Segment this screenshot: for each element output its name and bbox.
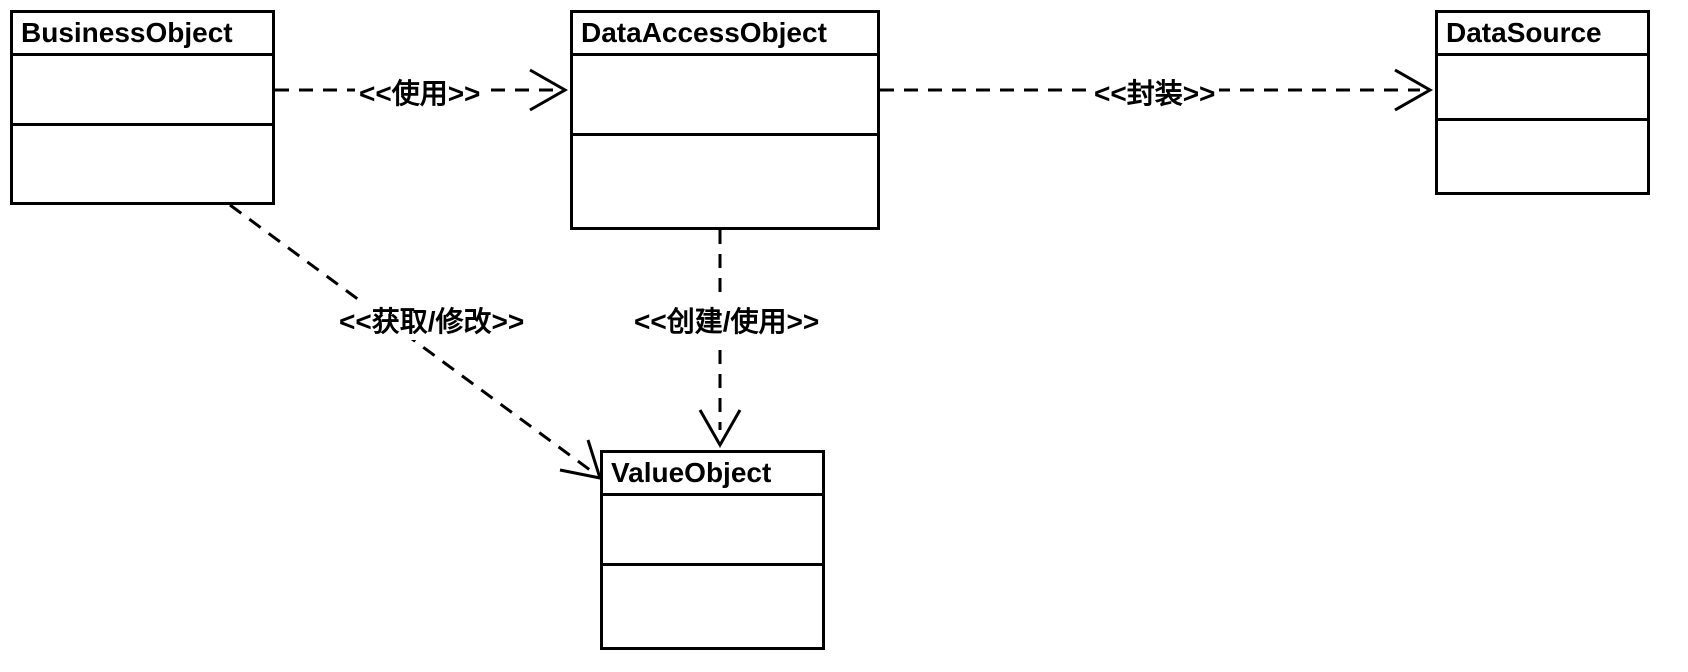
class-title: BusinessObject xyxy=(13,13,272,56)
stereotype-bo-to-dao: <<使用>> xyxy=(355,72,484,112)
class-operations xyxy=(1438,121,1647,186)
class-title: DataAccessObject xyxy=(573,13,877,56)
class-title: DataSource xyxy=(1438,13,1647,56)
class-value-object: ValueObject xyxy=(600,450,825,650)
class-attributes xyxy=(603,496,822,566)
class-title: ValueObject xyxy=(603,453,822,496)
stereotype-bo-to-vo: <<获取/修改>> xyxy=(335,300,528,340)
class-attributes xyxy=(573,56,877,136)
class-attributes xyxy=(13,56,272,126)
class-attributes xyxy=(1438,56,1647,121)
uml-class-diagram: <<使用>> <<封装>> <<创建/使用>> <<获取/修改>> Busine… xyxy=(0,0,1688,672)
stereotype-dao-to-vo: <<创建/使用>> xyxy=(630,300,823,340)
class-data-source: DataSource xyxy=(1435,10,1650,195)
class-business-object: BusinessObject xyxy=(10,10,275,205)
class-operations xyxy=(603,566,822,641)
stereotype-dao-to-ds: <<封装>> xyxy=(1090,72,1219,112)
class-operations xyxy=(13,126,272,196)
class-operations xyxy=(573,136,877,221)
class-data-access-object: DataAccessObject xyxy=(570,10,880,230)
